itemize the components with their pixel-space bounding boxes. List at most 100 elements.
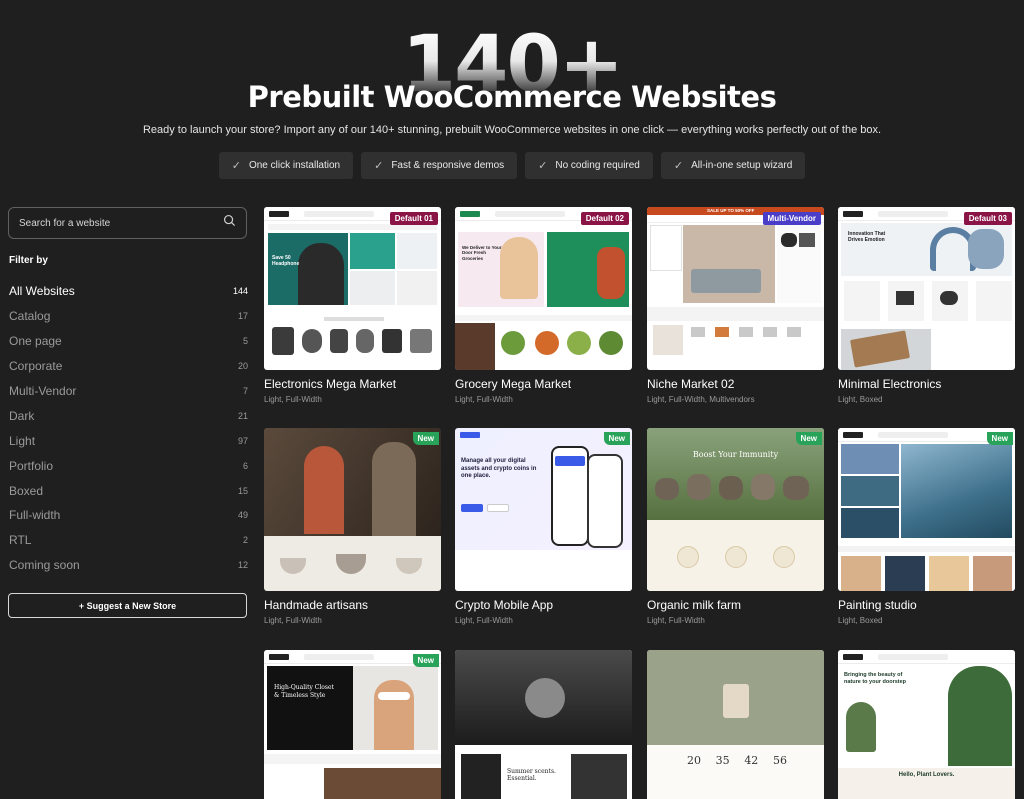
filter-dark[interactable]: Dark 21 <box>9 403 248 428</box>
thumb-promo-text: Boost Your Immunity <box>692 450 779 459</box>
suggest-store-button[interactable]: + Suggest a New Store <box>8 593 247 618</box>
demo-thumbnail[interactable]: High-Quality Closet & Timeless Style New <box>264 650 441 799</box>
demo-badge: Default 03 <box>963 212 1012 225</box>
demo-thumbnail[interactable]: Save 50 Headphone Default 01 <box>264 207 441 370</box>
demo-badge: Default 01 <box>389 212 438 225</box>
demo-card-niche-market-02[interactable]: SALE UP TO 50% OFF Multi-Vendor Niche Ma… <box>647 207 824 404</box>
demo-tags: Light, Full-Width, Multivendors <box>647 395 755 404</box>
feature-setup-wizard: ✓ All-in-one setup wizard <box>660 152 806 179</box>
thumb-promo-text: Innovation That Drives Emotion <box>848 231 886 243</box>
thumb-promo-text: Bringing the beauty of nature to your do… <box>844 672 907 685</box>
demo-card-painting-studio[interactable]: New Painting studio Light, Boxed <box>838 428 1015 625</box>
demo-card-plants[interactable]: Bringing the beauty of nature to your do… <box>838 650 1015 799</box>
check-icon: ✓ <box>538 160 548 172</box>
feature-responsive: ✓ Fast & responsive demos <box>361 152 518 179</box>
search-icon[interactable] <box>223 214 236 232</box>
filter-count: 12 <box>237 560 248 571</box>
filter-label: Boxed <box>9 483 44 498</box>
demo-card-minimal-electronics[interactable]: Innovation That Drives Emotion Default 0… <box>838 207 1015 404</box>
demo-title[interactable]: Painting studio <box>838 598 1015 612</box>
demo-thumbnail[interactable]: New <box>264 428 441 591</box>
thumb-header <box>838 650 1015 664</box>
check-icon: ✓ <box>231 160 241 172</box>
filter-count: 97 <box>237 435 248 446</box>
demo-card-handmade-artisans[interactable]: New Handmade artisans Light, Full-Width <box>264 428 441 625</box>
check-icon: ✓ <box>374 160 384 172</box>
demo-card-candle[interactable]: 20 35 42 56 <box>647 650 824 799</box>
filter-all-websites[interactable]: All Websites 144 <box>9 279 248 304</box>
thumb-promo-text: Save 50 Headphone <box>272 255 300 267</box>
filter-label: Corporate <box>9 359 63 374</box>
demo-thumbnail[interactable]: Innovation That Drives Emotion Default 0… <box>838 207 1015 370</box>
demo-card-fashion[interactable]: High-Quality Closet & Timeless Style New <box>264 650 441 799</box>
demo-title[interactable]: Crypto Mobile App <box>455 598 632 612</box>
feature-no-coding: ✓ No coding required <box>525 152 653 179</box>
hero-subtitle: Ready to launch your store? Import any o… <box>142 124 882 136</box>
demo-title[interactable]: Grocery Mega Market <box>455 377 632 391</box>
demo-title[interactable]: Electronics Mega Market <box>264 377 441 391</box>
filter-full-width[interactable]: Full-width 49 <box>9 503 248 528</box>
filter-catalog[interactable]: Catalog 17 <box>9 304 248 329</box>
demo-title[interactable]: Organic milk farm <box>647 598 824 612</box>
hero: 140+ Prebuilt WooCommerce Websites Ready… <box>0 0 1024 185</box>
feature-label: One click installation <box>248 160 341 171</box>
search-input[interactable] <box>19 217 199 229</box>
filter-one-page[interactable]: One page 5 <box>9 329 248 354</box>
feature-label: All-in-one setup wizard <box>691 160 793 171</box>
filter-list: All Websites 144 Catalog 17 One page 5 Corp… <box>9 279 248 578</box>
demo-thumbnail[interactable]: Boost Your Immunity New <box>647 428 824 591</box>
demo-thumbnail[interactable]: SALE UP TO 50% OFF Multi-Vendor <box>647 207 824 370</box>
filter-count: 49 <box>237 510 248 521</box>
filter-label: Dark <box>9 408 35 423</box>
demo-title[interactable]: Handmade artisans <box>264 598 441 612</box>
check-icon: ✓ <box>673 160 684 172</box>
filter-coming-soon[interactable]: Coming soon 12 <box>9 553 248 578</box>
filter-corporate[interactable]: Corporate 20 <box>9 354 248 379</box>
demo-title[interactable]: Minimal Electronics <box>838 377 1015 391</box>
demo-card-electronics-mega-market[interactable]: Save 50 Headphone Default 01 Electronics… <box>264 207 441 404</box>
countdown-days: 20 <box>687 754 701 767</box>
filter-light[interactable]: Light 97 <box>9 428 248 453</box>
filter-count: 7 <box>242 386 248 396</box>
filter-label: Light <box>9 433 36 448</box>
filter-rtl[interactable]: RTL 2 <box>9 528 248 553</box>
demo-badge: Multi-Vendor <box>762 212 821 225</box>
filter-portfolio[interactable]: Portfolio 6 <box>9 453 248 478</box>
demo-card-grocery-mega-market[interactable]: We Deliver to Your Door Fresh Groceries … <box>455 207 632 404</box>
filter-title: Filter by <box>9 255 48 266</box>
filter-label: Portfolio <box>9 458 54 473</box>
demo-badge: New <box>603 432 630 445</box>
filter-count: 2 <box>242 535 248 546</box>
search-box <box>8 207 247 239</box>
demo-badge: Default 02 <box>580 212 629 225</box>
countdown-minutes: 42 <box>744 754 759 767</box>
filter-count: 6 <box>242 460 248 471</box>
demo-card-jewelry[interactable]: Summer scents. Essential. <box>455 650 632 799</box>
feature-list: ✓ One click installation ✓ Fast & responsi… <box>0 152 1024 179</box>
demo-thumbnail[interactable]: We Deliver to Your Door Fresh Groceries … <box>455 207 632 370</box>
demo-badge: New <box>412 654 439 667</box>
page-title: Prebuilt WooCommerce Websites <box>247 80 777 114</box>
demo-badge: New <box>412 432 439 445</box>
filter-count: 144 <box>232 286 248 297</box>
filter-count: 17 <box>237 311 248 322</box>
thumb-promo-text: Manage all your digital assets and crypt… <box>461 458 537 479</box>
countdown-hours: 35 <box>715 754 730 767</box>
demo-card-crypto-mobile-app[interactable]: Manage all your digital assets and crypt… <box>455 428 632 625</box>
demo-tags: Light, Full-Width <box>647 616 705 625</box>
demo-title[interactable]: Niche Market 02 <box>647 377 824 391</box>
filter-count: 5 <box>242 336 248 347</box>
demo-badge: New <box>795 432 822 445</box>
demo-thumbnail[interactable]: 20 35 42 56 <box>647 650 824 799</box>
feature-one-click: ✓ One click installation <box>218 152 354 179</box>
filter-boxed[interactable]: Boxed 15 <box>9 478 248 503</box>
demo-thumbnail[interactable]: Summer scents. Essential. <box>455 650 632 799</box>
filter-multi-vendor[interactable]: Multi-Vendor 7 <box>9 379 248 404</box>
demo-thumbnail[interactable]: New <box>838 428 1015 591</box>
demo-thumbnail[interactable]: Bringing the beauty of nature to your do… <box>838 650 1015 799</box>
filter-label: Multi-Vendor <box>9 384 77 398</box>
countdown-seconds: 56 <box>772 754 787 767</box>
filter-count: 20 <box>237 361 248 372</box>
demo-card-organic-milk-farm[interactable]: Boost Your Immunity New Organic milk far… <box>647 428 824 625</box>
demo-thumbnail[interactable]: Manage all your digital assets and crypt… <box>455 428 632 591</box>
